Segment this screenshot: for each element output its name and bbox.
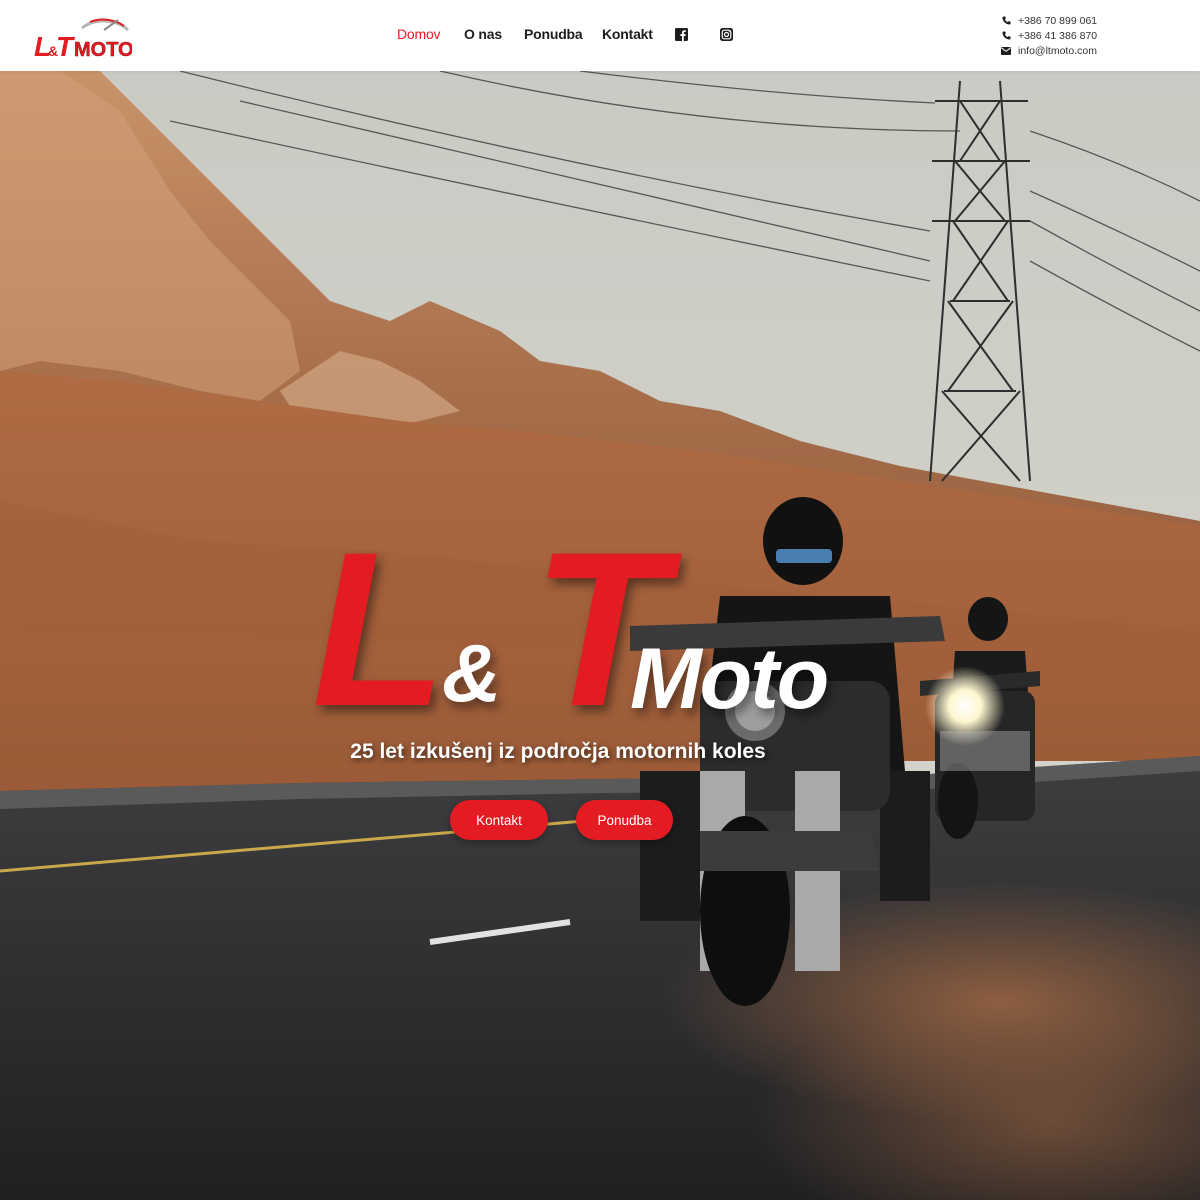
hero-background-image [0,71,1200,1200]
hero-section: L & T Moto 25 let izkušenj iz področja m… [0,71,1200,1200]
contact-phone-2-text: +386 41 386 870 [1018,29,1098,42]
kontakt-button[interactable]: Kontakt [450,800,548,840]
facebook-icon[interactable] [675,28,689,42]
ponudba-button[interactable]: Ponudba [576,800,673,840]
nav-item-kontakt[interactable]: Kontakt [602,26,653,42]
contact-email-text: info@ltmoto.com [1018,44,1097,57]
contact-phone-2[interactable]: +386 41 386 870 [1000,28,1190,43]
phone-icon [1000,16,1012,26]
hero-tagline: 25 let izkušenj iz področja motornih kol… [350,740,766,763]
contact-phone-1[interactable]: +386 70 899 061 [1000,13,1190,28]
nav-item-o-nas[interactable]: O nas [464,26,502,42]
contact-phone-1-text: +386 70 899 061 [1018,14,1098,27]
phone-icon [1000,31,1012,41]
instagram-icon[interactable] [720,28,734,42]
nav-item-ponudba[interactable]: Ponudba [524,26,583,42]
contact-email[interactable]: info@ltmoto.com [1000,43,1190,58]
nav-item-domov[interactable]: Domov [397,26,441,42]
contact-info: +386 70 899 061 +386 41 386 870 info@ltm… [1000,13,1190,58]
site-header: L & T MOTO Domov O nas Ponudba Kontakt +… [0,0,1200,71]
envelope-icon [1000,46,1012,56]
